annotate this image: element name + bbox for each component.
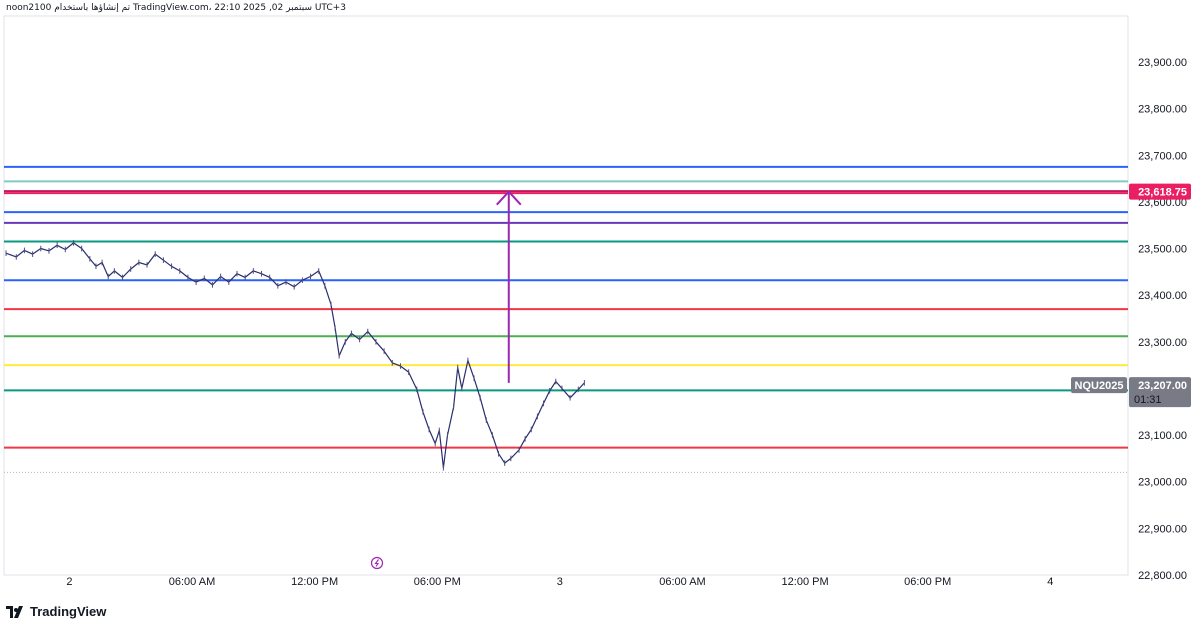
countdown-label: 01:31 (1134, 394, 1162, 406)
y-tick-label: 23,300.00 (1138, 337, 1187, 349)
tradingview-logo: TradingView (6, 604, 106, 619)
x-tick-label: 06:00 AM (659, 576, 705, 588)
price-chart[interactable]: 23,900.0023,800.0023,700.0023,600.0023,5… (0, 0, 1200, 631)
x-tick-label: 2 (66, 576, 72, 588)
x-tick-label: 4 (1047, 576, 1053, 588)
x-tick-label: 12:00 PM (291, 576, 338, 588)
y-tick-label: 23,900.00 (1138, 57, 1187, 69)
y-tick-label: 22,800.00 (1138, 570, 1187, 582)
brand-name: TradingView (30, 604, 107, 619)
x-tick-label: 06:00 PM (414, 576, 461, 588)
tradingview-logo-icon (6, 605, 23, 618)
y-tick-label: 23,800.00 (1138, 104, 1187, 116)
x-tick-label: 3 (557, 576, 563, 588)
target-price-label: 23,618.75 (1138, 187, 1187, 199)
x-tick-label: 12:00 PM (782, 576, 829, 588)
y-tick-label: 23,100.00 (1138, 430, 1187, 442)
y-tick-label: 23,000.00 (1138, 477, 1187, 489)
symbol-label: NQU2025 (1075, 380, 1124, 392)
last-price-label: 23,207.00 (1138, 380, 1187, 392)
x-tick-label: 06:00 PM (904, 576, 951, 588)
y-tick-label: 23,400.00 (1138, 290, 1187, 302)
x-tick-label: 06:00 AM (169, 576, 215, 588)
y-tick-label: 23,700.00 (1138, 150, 1187, 162)
y-tick-label: 23,500.00 (1138, 244, 1187, 256)
y-tick-label: 22,900.00 (1138, 523, 1187, 535)
chart-pane[interactable] (3, 15, 1129, 576)
